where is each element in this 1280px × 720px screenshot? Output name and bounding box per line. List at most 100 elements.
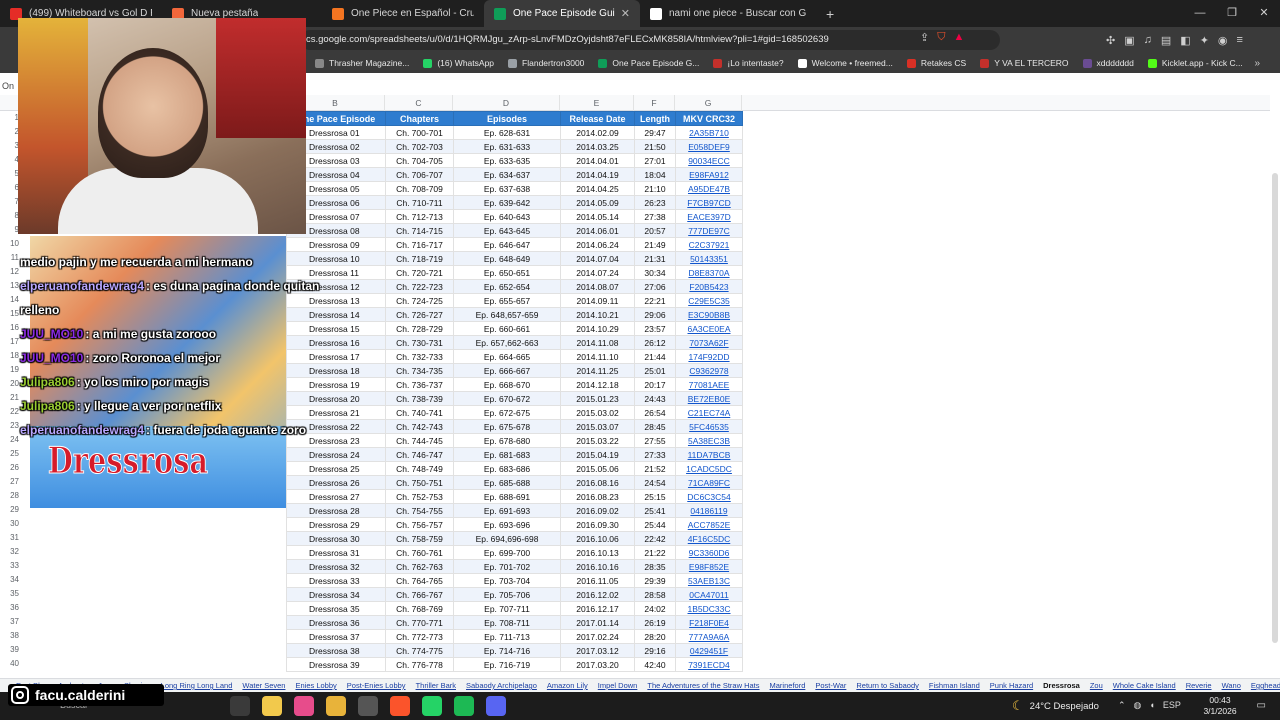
row-number[interactable]: 11 [0,251,22,265]
crc32-link[interactable]: 11DA7BCB [675,447,743,462]
row-number[interactable]: 25 [0,447,22,461]
sheet-tab[interactable]: Marineford [770,681,806,690]
row-number[interactable]: 38 [0,629,22,643]
row-number[interactable]: 32 [0,545,22,559]
brave-icon[interactable] [390,696,410,716]
row-number[interactable]: 22 [0,405,22,419]
row-number[interactable]: 14 [0,293,22,307]
crc32-link[interactable]: 0CA47011 [675,587,743,602]
tray-chevron-icon[interactable]: ⌃ [1118,700,1126,711]
crc32-link[interactable]: F7CB97CD [675,195,743,210]
close-tab-icon[interactable]: ✕ [615,7,630,20]
row-number[interactable]: 33 [0,559,22,573]
sheet-tab[interactable]: Enies Lobby [295,681,336,690]
bookmark-item[interactable]: Flandertron3000 [508,58,584,68]
notifications-icon[interactable]: ▭ [1257,700,1266,711]
browser-tab[interactable]: One Piece en Español - Crunchyroll [322,0,484,27]
row-number[interactable]: 17 [0,335,22,349]
crc32-link[interactable]: 6A3CE0EA [675,321,743,336]
crc32-link[interactable]: F218F0E4 [675,615,743,630]
column-letter[interactable]: C [385,95,453,111]
row-number[interactable]: 28 [0,489,22,503]
language-indicator[interactable]: ESP [1163,700,1181,711]
screenshot-icon[interactable]: ▣ [1124,34,1134,47]
crc32-link[interactable]: 0429451F [675,643,743,658]
column-letter[interactable]: F [634,95,675,111]
crc32-link[interactable]: E058DEF9 [675,139,743,154]
crc32-link[interactable]: E3C90B8B [675,307,743,322]
media-icon[interactable]: ♫ [1144,34,1152,47]
share-icon[interactable]: ⇪ [920,31,929,44]
row-number[interactable]: 34 [0,573,22,587]
row-number[interactable]: 24 [0,433,22,447]
crc32-link[interactable]: ACC7852E [675,517,743,532]
browser-tab[interactable]: nami one piece - Buscar con Google [640,0,816,27]
app-pink-icon[interactable] [294,696,314,716]
bookmarks-overflow-button[interactable]: » [1254,58,1260,69]
clock[interactable]: 00:43 3/1/2026 [1200,695,1240,717]
bookmark-item[interactable]: ¡Lo intentaste? [713,58,784,68]
column-letter[interactable]: G [675,95,742,111]
minimize-button[interactable]: — [1184,0,1216,27]
bookmark-item[interactable]: (16) WhatsApp [423,58,494,68]
sheet-tab[interactable]: Amazon Lily [547,681,588,690]
crc32-link[interactable]: 50143351 [675,251,743,266]
row-number[interactable]: 10 [0,237,22,251]
bookmark-item[interactable]: Kicklet.app - Kick C... [1147,58,1243,68]
sheet-tab[interactable]: Impel Down [598,681,638,690]
crc32-link[interactable]: 5FC46535 [675,419,743,434]
row-number[interactable]: 36 [0,601,22,615]
crc32-link[interactable]: 7073A62F [675,335,743,350]
crc32-link[interactable]: E98FA912 [675,167,743,182]
sheet-tab[interactable]: Post-Enies Lobby [347,681,406,690]
brave-shield-icon[interactable]: ⛉ [937,31,945,44]
app-circle-icon[interactable] [358,696,378,716]
folder-icon[interactable] [326,696,346,716]
crc32-link[interactable]: 4F16C5DC [675,531,743,546]
wallet-icon[interactable]: ◧ [1180,34,1190,47]
sheet-tab[interactable]: Post-War [815,681,846,690]
sheet-tab[interactable]: Long Ring Long Land [161,681,233,690]
row-number[interactable]: 31 [0,531,22,545]
crc32-link[interactable]: 777A9A6A [675,629,743,644]
crc32-link[interactable]: 174F92DD [675,349,743,364]
url-field[interactable]: cs.google.com/spreadsheets/u/0/d/1HQRMJg… [300,30,1000,50]
maximize-button[interactable]: ❐ [1216,0,1248,27]
row-number[interactable]: 15 [0,307,22,321]
crc32-link[interactable]: 9C3360D6 [675,545,743,560]
weather-widget[interactable]: ☾ 24°C Despejado [1012,692,1099,720]
crc32-link[interactable]: 5A38EC3B [675,433,743,448]
sheet-tab[interactable]: Sabaody Archipelago [466,681,537,690]
vpn-icon[interactable]: ◉ [1218,34,1228,47]
crc32-link[interactable]: BE72EB0E [675,391,743,406]
crc32-link[interactable]: E98F852E [675,559,743,574]
network-icon[interactable]: ◍ [1134,700,1142,711]
sidebar-icon[interactable]: ▤ [1161,34,1171,47]
menu-icon[interactable]: ≡ [1237,34,1243,47]
whatsapp-icon[interactable] [422,696,442,716]
crc32-link[interactable]: C21EC74A [675,405,743,420]
volume-icon[interactable]: ◖ [1149,700,1154,711]
column-letter[interactable]: E [560,95,634,111]
row-number[interactable]: 21 [0,391,22,405]
browser-tab[interactable]: One Pace Episode Guide - Goog✕ [484,0,640,27]
bookmark-item[interactable]: Y VA EL TERCERO [980,58,1069,68]
sheet-tab[interactable]: Reverie [1186,681,1212,690]
crc32-link[interactable]: 1CADC5DC [675,461,743,476]
row-number[interactable]: 12 [0,265,22,279]
row-number[interactable]: 39 [0,643,22,657]
sheet-tab[interactable]: Wano [1222,681,1241,690]
crc32-link[interactable]: C2C37921 [675,237,743,252]
file-explorer-icon[interactable] [262,696,282,716]
row-number[interactable]: 27 [0,475,22,489]
new-tab-button[interactable]: + [816,6,844,22]
row-number[interactable]: 19 [0,363,22,377]
extensions-icon[interactable]: ✣ [1106,34,1115,47]
row-number[interactable]: 30 [0,517,22,531]
sheet-tab[interactable]: Fishman Island [929,681,980,690]
row-number[interactable]: 40 [0,657,22,671]
row-number[interactable]: 16 [0,321,22,335]
crc32-link[interactable]: 53AEB13C [675,573,743,588]
sheet-tab[interactable]: Egghead [1251,681,1280,690]
bookmark-item[interactable]: Retakes CS [906,58,966,68]
